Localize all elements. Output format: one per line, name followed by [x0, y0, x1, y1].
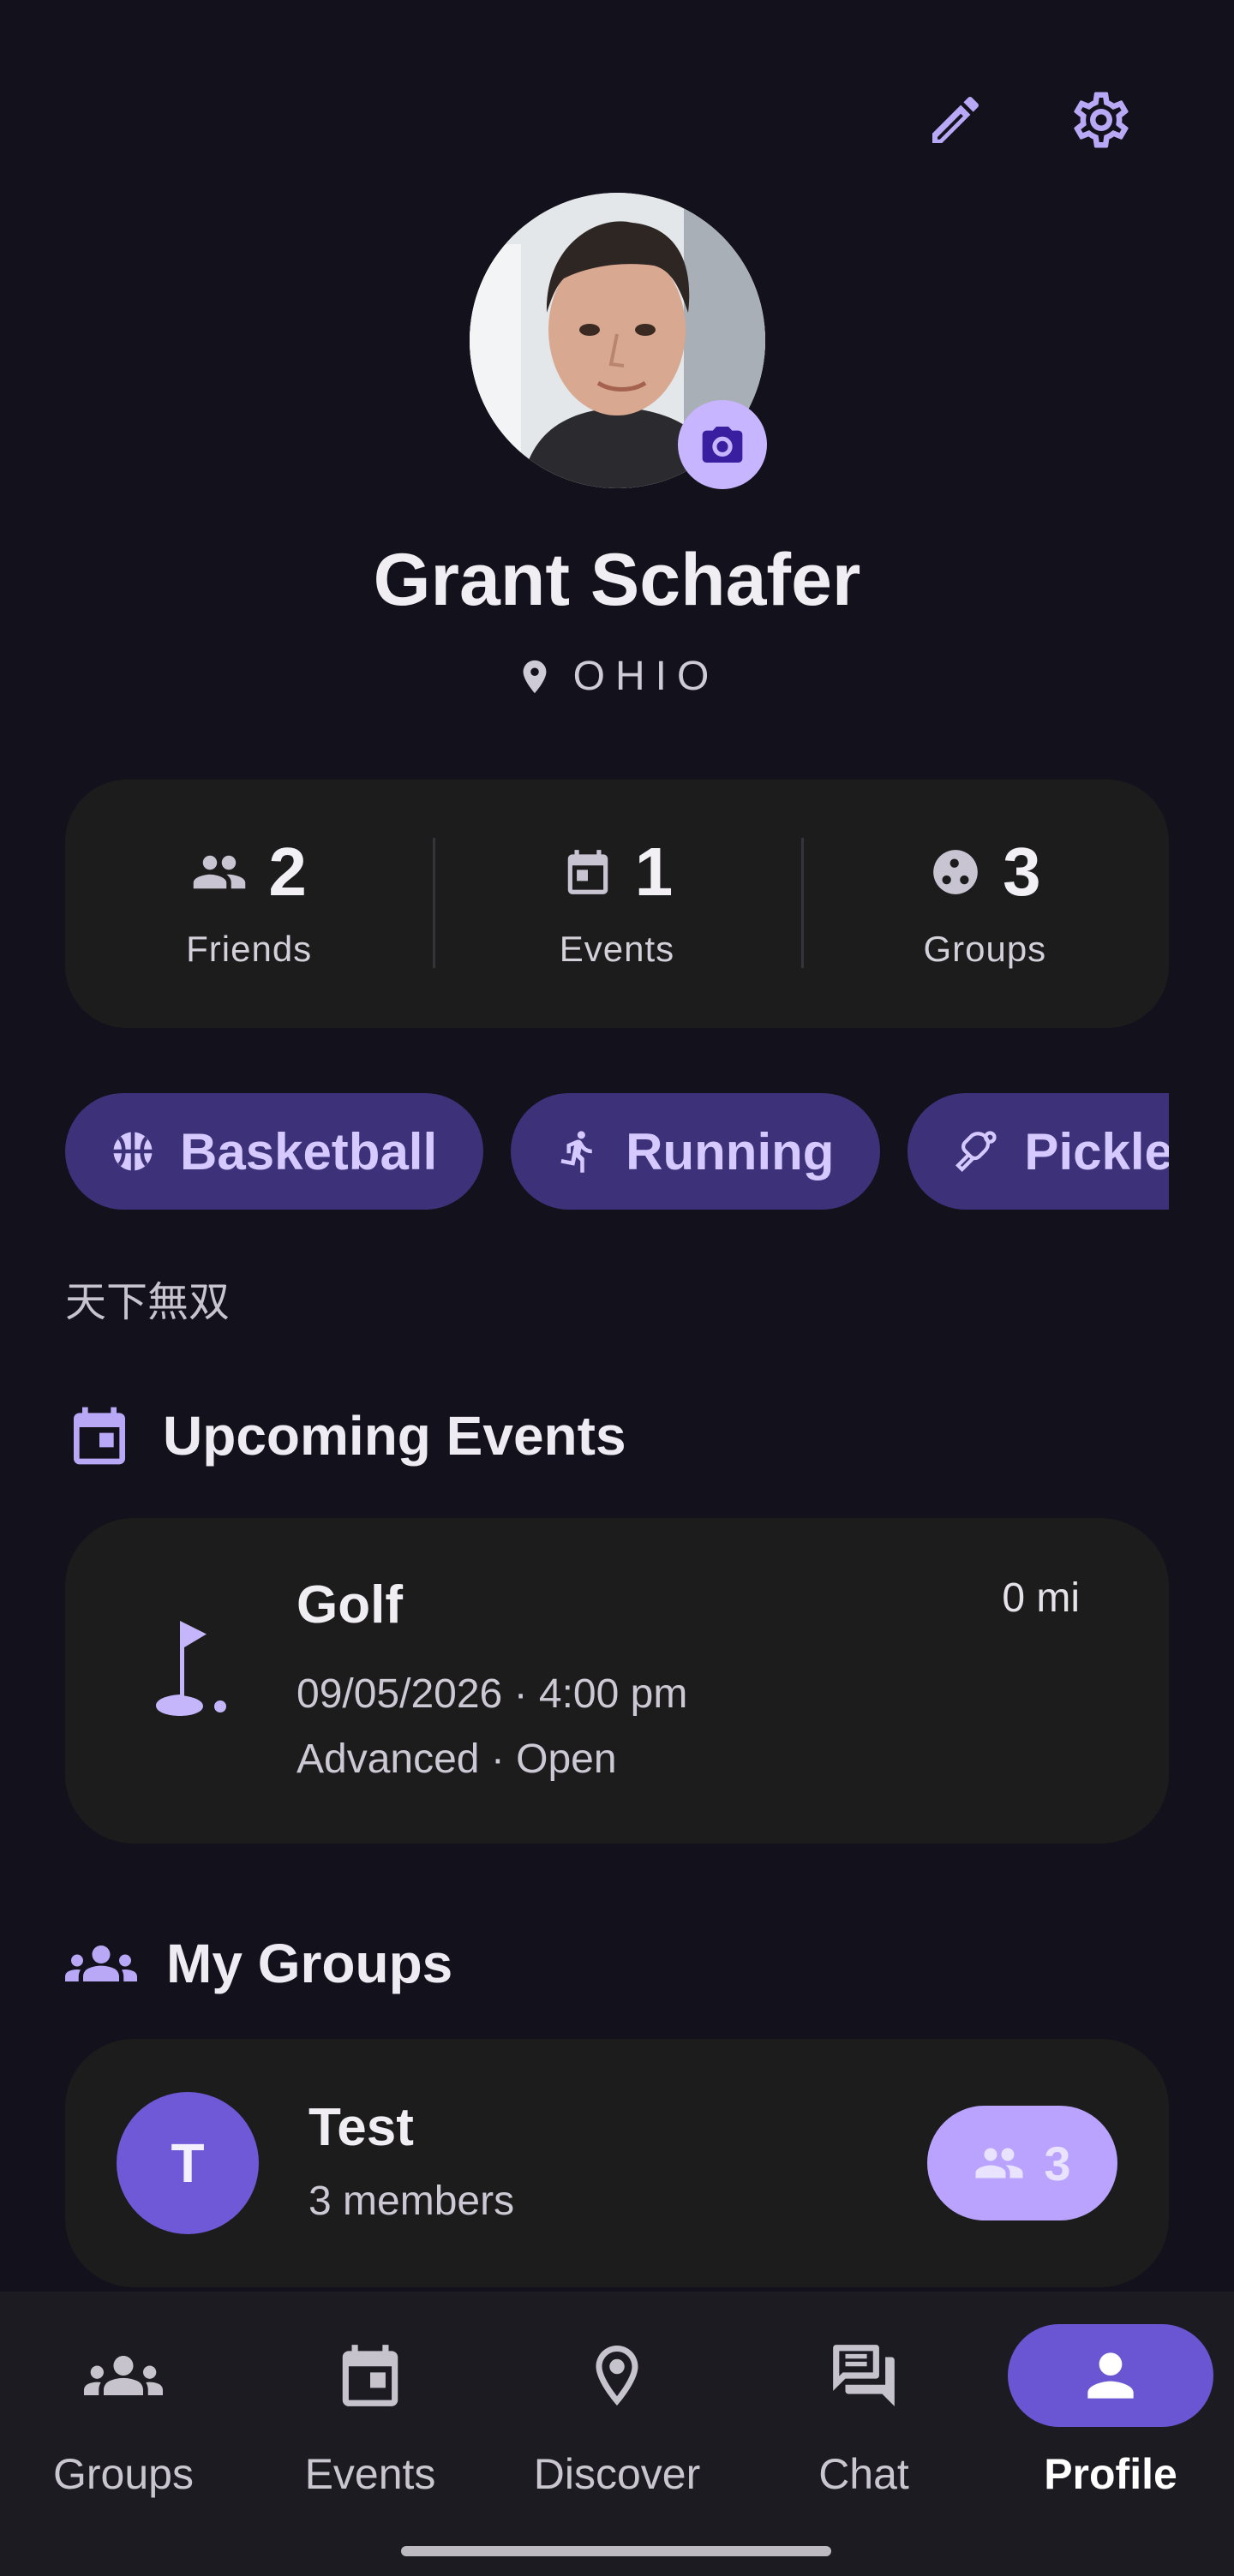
stat-value: 1	[634, 834, 674, 910]
nav-label: Discover	[533, 2450, 701, 2498]
profile-name: Grant Schafer	[373, 539, 861, 621]
location: OHIO	[0, 653, 1234, 700]
event-card[interactable]: Golf 0 mi 09/05/2026 · 4:00 pm Advanced …	[65, 1518, 1169, 1844]
chip-label: Pickleball	[1024, 1122, 1169, 1180]
nav-discover[interactable]: Discover	[494, 2324, 740, 2530]
stat-value: 3	[1003, 834, 1041, 910]
calendar-icon	[561, 846, 614, 899]
nav-label: Events	[304, 2450, 436, 2498]
gear-icon[interactable]	[1063, 81, 1140, 158]
group-members: 3 members	[308, 2179, 515, 2224]
basketball-icon	[110, 1128, 156, 1174]
event-details: Advanced · Open	[297, 1736, 617, 1782]
bio: 天下無双	[65, 1278, 231, 1326]
calendar-icon	[65, 1402, 134, 1470]
chip-label: Running	[626, 1122, 835, 1180]
upcoming-events-heading: Upcoming Events	[65, 1402, 626, 1470]
section-title-label: Upcoming Events	[163, 1405, 626, 1467]
groups-icon	[929, 846, 982, 899]
chip-label: Basketball	[180, 1122, 438, 1180]
camera-icon[interactable]	[678, 400, 767, 489]
stat-label: Friends	[186, 929, 313, 969]
home-indicator[interactable]	[401, 2546, 831, 2556]
stats-card: 2 Friends 1 Events 3 Groups	[65, 780, 1169, 1028]
nav-chat[interactable]: Chat	[740, 2324, 987, 2530]
group-card[interactable]: T Test 3 members 3	[65, 2039, 1169, 2287]
map-pin-icon	[514, 2324, 720, 2427]
person-icon	[1008, 2324, 1213, 2427]
top-actions	[917, 81, 1140, 158]
group-member-badge[interactable]: 3	[927, 2106, 1117, 2220]
stat-events[interactable]: 1 Events	[433, 780, 800, 1028]
location-label: OHIO	[572, 654, 720, 699]
group-name: Test	[308, 2098, 414, 2157]
friends-icon	[191, 844, 248, 900]
sport-chips: Basketball Running Pickleball	[65, 1093, 1169, 1210]
groups-icon	[21, 2324, 226, 2427]
nav-label: Groups	[53, 2450, 194, 2498]
group-avatar: T	[117, 2092, 259, 2234]
nav-events[interactable]: Events	[247, 2324, 494, 2530]
chat-icon	[761, 2324, 967, 2427]
event-title: Golf	[297, 1575, 403, 1635]
stat-label: Groups	[923, 929, 1047, 969]
nav-profile[interactable]: Profile	[987, 2324, 1234, 2530]
chip-pickleball[interactable]: Pickleball	[908, 1093, 1169, 1210]
calendar-icon	[267, 2324, 473, 2427]
event-datetime: 09/05/2026 · 4:00 pm	[297, 1671, 688, 1717]
stat-label: Events	[559, 929, 675, 969]
pencil-icon[interactable]	[917, 81, 994, 158]
nav-label: Chat	[818, 2450, 909, 2498]
avatar-container	[470, 193, 767, 489]
stat-groups[interactable]: 3 Groups	[800, 780, 1169, 1028]
stat-value: 2	[268, 834, 307, 910]
chip-running[interactable]: Running	[511, 1093, 881, 1210]
friends-icon	[973, 2137, 1025, 2189]
group-count: 3	[1044, 2136, 1071, 2190]
pickleball-icon	[952, 1127, 1000, 1175]
golf-icon	[134, 1612, 237, 1736]
groups-icon	[65, 1928, 137, 1999]
event-distance: 0 mi	[1002, 1575, 1080, 1621]
bottom-nav: Groups Events Discover Chat Profile	[0, 2292, 1234, 2576]
my-groups-heading: My Groups	[65, 1928, 452, 1999]
map-pin-icon	[515, 654, 554, 699]
chip-basketball[interactable]: Basketball	[65, 1093, 484, 1210]
running-icon	[555, 1128, 602, 1174]
nav-label: Profile	[1044, 2450, 1177, 2498]
nav-groups[interactable]: Groups	[0, 2324, 247, 2530]
section-title-label: My Groups	[166, 1933, 453, 1994]
stat-friends[interactable]: 2 Friends	[65, 780, 433, 1028]
